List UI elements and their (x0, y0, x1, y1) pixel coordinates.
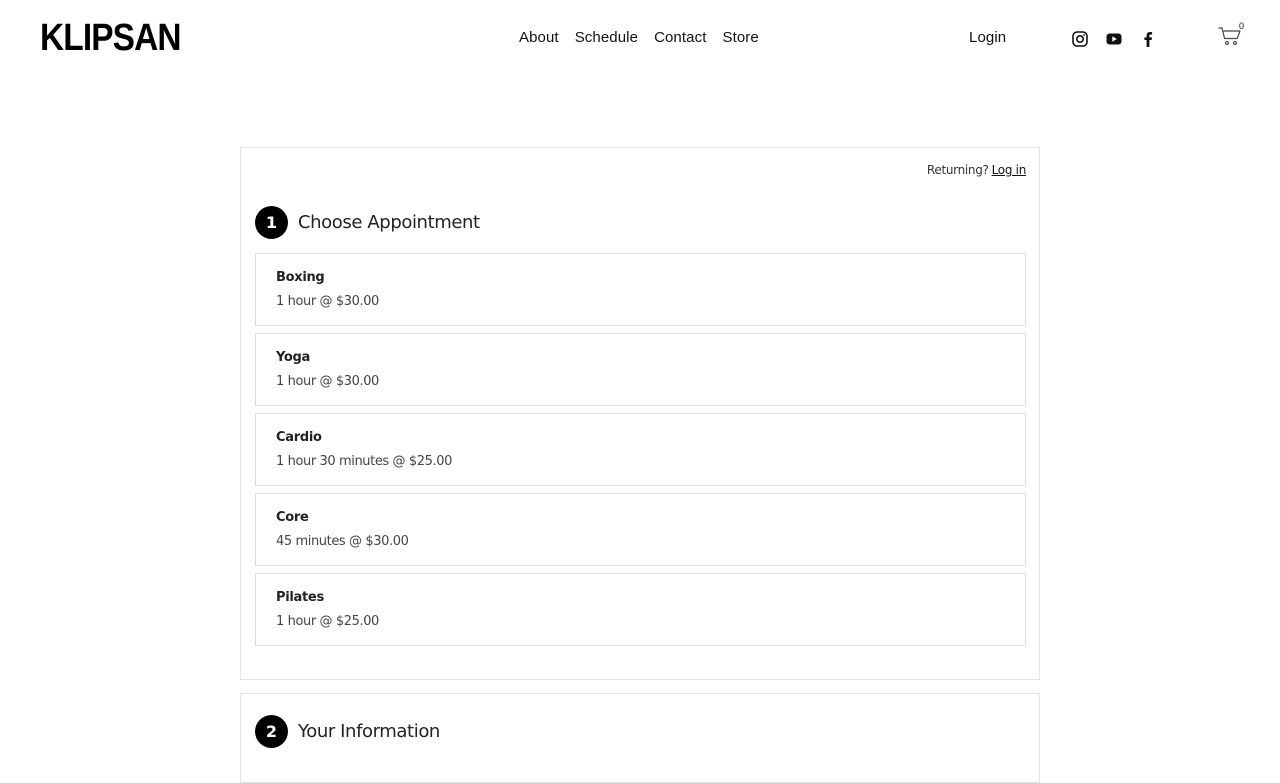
appointment-option-yoga[interactable]: Yoga 1 hour @ $30.00 (255, 333, 1026, 406)
appointment-name: Core (276, 510, 309, 525)
social-links (1071, 30, 1156, 47)
appointment-name: Yoga (276, 350, 311, 365)
log-in-link[interactable]: Log in (992, 163, 1027, 177)
step-number: 2 (255, 715, 288, 748)
nav-schedule[interactable]: Schedule (575, 28, 638, 48)
cart-count: 0 (1239, 21, 1245, 31)
login-link[interactable]: Login (969, 28, 1006, 48)
returning-label: Returning? (926, 163, 989, 177)
nav-store[interactable]: Store (722, 28, 758, 48)
appointment-option-cardio[interactable]: Cardio 1 hour 30 minutes @ $25.00 (255, 413, 1026, 486)
appointment-detail: 45 minutes @ $30.00 (276, 534, 409, 549)
step-title: Choose Appointment (298, 212, 480, 233)
appointment-option-core[interactable]: Core 45 minutes @ $30.00 (255, 493, 1026, 566)
information-card: 2 Your Information (240, 693, 1040, 783)
appointment-detail: 1 hour @ $30.00 (276, 374, 379, 389)
step-your-information: 2 Your Information (255, 715, 440, 748)
site-logo[interactable]: KLIPSAN (40, 18, 182, 58)
step-title: Your Information (298, 721, 440, 742)
instagram-icon[interactable] (1071, 30, 1088, 47)
facebook-icon[interactable] (1139, 30, 1156, 47)
appointment-option-pilates[interactable]: Pilates 1 hour @ $25.00 (255, 573, 1026, 646)
appointment-detail: 1 hour @ $30.00 (276, 294, 379, 309)
appointment-name: Boxing (276, 270, 325, 285)
appointment-detail: 1 hour 30 minutes @ $25.00 (276, 454, 452, 469)
appointment-name: Pilates (276, 590, 324, 605)
appointment-option-boxing[interactable]: Boxing 1 hour @ $30.00 (255, 253, 1026, 326)
site-header: KLIPSAN About Schedule Contact Store Log… (0, 0, 1280, 80)
step-number: 1 (255, 206, 288, 239)
main-nav: About Schedule Contact Store (519, 28, 759, 48)
returning-prompt: Returning? Log in (927, 163, 1026, 177)
nav-contact[interactable]: Contact (654, 28, 706, 48)
appointment-name: Cardio (276, 430, 322, 445)
youtube-icon[interactable] (1105, 30, 1122, 47)
appointment-detail: 1 hour @ $25.00 (276, 614, 379, 629)
nav-about[interactable]: About (519, 28, 559, 48)
appointment-card: Returning? Log in 1 Choose Appointment Bo… (240, 147, 1040, 680)
step-choose-appointment: 1 Choose Appointment (255, 206, 480, 239)
